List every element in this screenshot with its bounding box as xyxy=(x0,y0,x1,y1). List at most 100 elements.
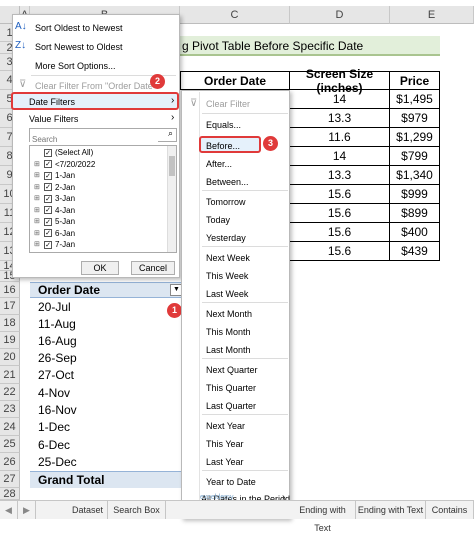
table-cell: 14 xyxy=(290,90,390,109)
row-header[interactable]: 19 xyxy=(0,332,20,349)
row-header[interactable]: 18 xyxy=(0,315,20,332)
expand-plus-icon[interactable]: ⊞ xyxy=(34,171,40,179)
date-filter-option[interactable]: Tomorrow xyxy=(206,197,246,207)
date-filter-option[interactable]: Between... xyxy=(206,177,249,187)
checkbox-checked-icon[interactable]: ✓ xyxy=(44,240,52,249)
row-header[interactable]: 26 xyxy=(0,453,20,471)
ok-button[interactable]: OK xyxy=(81,261,119,275)
menu-separator xyxy=(202,302,288,303)
checklist-item[interactable]: ✓ <7/20/2022 ⊞ xyxy=(34,159,96,169)
checklist-item[interactable]: ✓ 3-Jan ⊞ xyxy=(34,194,76,203)
date-filter-option[interactable]: Last Week xyxy=(206,289,248,299)
table-cell: $439 xyxy=(390,242,440,261)
sheet-title: g Pivot Table Before Specific Date xyxy=(180,36,440,56)
date-filter-option[interactable]: Year to Date xyxy=(206,477,256,487)
tab-dataset[interactable]: Dataset xyxy=(68,501,108,519)
tab-scroll-left-icon[interactable]: ◀ xyxy=(0,501,18,519)
date-filter-option[interactable]: Next Month xyxy=(206,309,252,319)
checklist-item[interactable]: ✓ 1-Jan ⊞ xyxy=(34,171,75,180)
row-header[interactable]: 22 xyxy=(0,384,20,401)
checkbox-checked-icon[interactable]: ✓ xyxy=(44,183,52,192)
expand-plus-icon[interactable]: ⊞ xyxy=(34,194,40,202)
column-header-d[interactable]: D xyxy=(290,6,390,24)
row-header[interactable]: 20 xyxy=(0,349,20,366)
row-header[interactable]: 25 xyxy=(0,436,20,453)
date-filter-option[interactable]: After... xyxy=(206,159,232,169)
checklist-item-label: 7-Jan xyxy=(55,240,76,249)
menu-separator xyxy=(202,190,288,191)
row-header[interactable]: 27 xyxy=(0,471,20,488)
row-header[interactable]: 23 xyxy=(0,401,20,418)
date-filter-option[interactable]: This Quarter xyxy=(206,383,256,393)
date-filter-option[interactable]: Next Week xyxy=(206,253,250,263)
checklist-item[interactable]: ✓ 7-Jan ⊞ xyxy=(34,240,76,249)
table-cell: 15.6 xyxy=(290,185,390,204)
date-filter-option[interactable]: This Month xyxy=(206,327,251,337)
table-cell: $1,299 xyxy=(390,128,440,147)
checkbox-checked-icon[interactable]: ✓ xyxy=(44,171,52,180)
filter-search-box[interactable]: ⌕ xyxy=(29,128,177,146)
checklist-item[interactable]: ✓ (Select All) xyxy=(44,148,93,157)
row-header[interactable]: 28 xyxy=(0,488,20,500)
column-header-e[interactable]: E xyxy=(390,6,474,24)
more-sort-options-item[interactable]: More Sort Options... xyxy=(35,61,116,71)
sort-oldest-item[interactable]: Sort Oldest to Newest xyxy=(35,23,123,33)
checkbox-checked-icon[interactable]: ✓ xyxy=(44,148,52,157)
date-filters-label: Date Filters xyxy=(29,97,76,107)
checklist-item[interactable]: ✓ 4-Jan ⊞ xyxy=(34,206,75,215)
checkbox-checked-icon[interactable]: ✓ xyxy=(44,160,52,169)
tab-ending-with-text[interactable]: Ending with Text xyxy=(290,501,356,533)
menu-separator xyxy=(202,113,288,114)
date-filter-option[interactable]: Yesterday xyxy=(206,233,246,243)
checklist-scrollbar[interactable] xyxy=(167,146,176,252)
checklist-item[interactable]: ✓ 2-Jan ⊞ xyxy=(34,182,76,192)
expand-plus-icon[interactable]: ⊞ xyxy=(34,229,40,237)
expand-plus-icon[interactable]: ⊞ xyxy=(34,183,40,191)
date-filter-option[interactable]: Equals... xyxy=(206,120,241,130)
checklist-item-label: 2-Jan xyxy=(55,182,76,192)
scrollbar-thumb[interactable] xyxy=(169,156,175,176)
value-filters-item[interactable]: Value Filters xyxy=(29,114,78,124)
sort-newest-item[interactable]: Sort Newest to Oldest xyxy=(35,42,123,52)
date-filter-option[interactable]: This Week xyxy=(206,271,248,281)
tab-scroll-right-icon[interactable]: ▶ xyxy=(18,501,36,519)
table-cell: 13.3 xyxy=(290,166,390,185)
expand-plus-icon[interactable]: ⊞ xyxy=(34,206,40,214)
expand-plus-icon[interactable]: ⊞ xyxy=(34,160,40,168)
checklist-item-label: <7/20/2022 xyxy=(55,159,96,169)
tab-search-box[interactable]: Search Box xyxy=(108,501,166,519)
date-filter-option[interactable]: Next Quarter xyxy=(206,365,258,375)
checkbox-checked-icon[interactable]: ✓ xyxy=(44,206,52,215)
date-filter-option[interactable]: Next Year xyxy=(206,421,245,431)
tab-ending-with-text-2[interactable]: Ending with Text xyxy=(356,501,426,519)
tab-contains[interactable]: Contains xyxy=(426,501,474,519)
date-filter-option[interactable]: Before... xyxy=(206,141,240,151)
expand-plus-icon[interactable]: ⊞ xyxy=(34,240,40,248)
date-filter-option[interactable]: This Year xyxy=(206,439,244,449)
checklist-item-label: 6-Jan xyxy=(55,228,76,238)
expand-plus-icon[interactable]: ⊞ xyxy=(34,217,40,225)
row-header[interactable]: 24 xyxy=(0,418,20,436)
sort-ascending-icon: A↓ xyxy=(15,21,27,32)
date-filter-option[interactable]: Last Year xyxy=(206,457,244,467)
date-filter-option[interactable]: Last Month xyxy=(206,345,251,355)
clear-filter-icon: ⊽ xyxy=(190,98,198,109)
menu-gutter-line xyxy=(199,92,200,518)
clear-filter-item: Clear Filter From "Order Date" xyxy=(35,81,156,91)
checklist-item[interactable]: ✓ 5-Jan ⊞ xyxy=(34,217,75,226)
pivot-item: 25-Dec xyxy=(38,454,77,469)
row-header[interactable]: 16 xyxy=(0,282,20,298)
cancel-button[interactable]: Cancel xyxy=(131,261,175,275)
pivot-item: 1-Dec xyxy=(38,419,71,434)
filter-search-input[interactable] xyxy=(30,133,158,146)
checkbox-checked-icon[interactable]: ✓ xyxy=(44,217,52,226)
checkbox-checked-icon[interactable]: ✓ xyxy=(44,229,52,238)
date-filter-option[interactable]: Last Quarter xyxy=(206,401,256,411)
row-header[interactable]: 17 xyxy=(0,298,20,315)
column-header-c[interactable]: C xyxy=(180,6,290,24)
checklist-item-label: 3-Jan xyxy=(55,194,76,203)
checkbox-checked-icon[interactable]: ✓ xyxy=(44,194,52,203)
date-filter-option[interactable]: Today xyxy=(206,215,230,225)
checklist-item[interactable]: ✓ 6-Jan ⊞ xyxy=(34,228,76,238)
row-header[interactable]: 21 xyxy=(0,366,20,384)
